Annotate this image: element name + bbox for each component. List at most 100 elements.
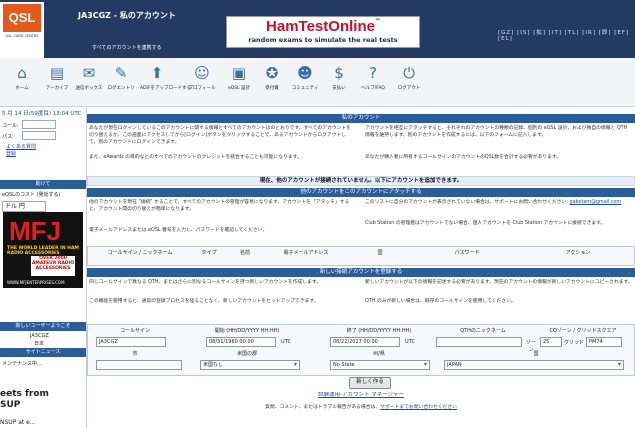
country-select[interactable]: JAPAN — [444, 360, 624, 370]
nav-item-help[interactable]: ? ヘルプ/FAQ — [356, 60, 390, 91]
main-content: 私のアカウント あなたが現在ログインしているこのアカウントに関する情報とすべての… — [87, 114, 635, 428]
faq-link[interactable]: よくある質問 — [6, 143, 36, 150]
language-links[interactable]: [GZ] [IS] [拡] [IT] [TL] [IR] [即] [EF] [E… — [498, 28, 635, 42]
nav-item-label: ADIFをアップロードする — [140, 86, 191, 91]
qth-nickname-input[interactable] — [436, 337, 522, 347]
new-user-callsign: JA3CGZ — [30, 333, 49, 339]
nav-item-profile[interactable]: ☺ プロフィール — [185, 60, 219, 91]
tweets-heading: eets from — [0, 389, 49, 399]
attach-text-right: このリストに自分のアカウントが表示されていない場合は、サポートにお問い合わせくだ… — [365, 200, 622, 205]
new-text-left: 同じコールサインで異なる QTH、またはさらに別なるコールサインを持つ新しいアカ… — [89, 280, 322, 285]
new-text-right: 新しいアカウントが以下の情報を記述する必要があります。現在のアカウントの情報が新… — [365, 280, 633, 285]
nav-item-award[interactable]: ✪ 受付賞 — [255, 60, 289, 91]
form-col-city: 市 — [132, 351, 138, 357]
nav-item-label: ヘルプ/FAQ — [361, 86, 385, 91]
support-footer: 質問、コメント、またはトラブル報告がある場合は、サポートまでお問い合わせください — [265, 405, 457, 410]
nav-item-label: 支払い — [332, 86, 346, 91]
logo-subtext: QSL CARD CENTRE — [5, 34, 39, 38]
nav-item-label: 受付賞 — [265, 86, 279, 91]
mfj-tagline: THE WORLD LEADER IN HAM RADIO ACCESSORIE… — [7, 246, 79, 256]
login-callsign-input[interactable] — [22, 120, 56, 129]
form-col-zone-grid: CQゾーン / グリッドスクエア — [549, 328, 617, 334]
community-icon: ☻ — [297, 64, 313, 82]
nav-item-logout[interactable]: ⏻ ログアウト — [392, 60, 426, 91]
nav-item-logbook[interactable]: ✎ ログエントリ — [104, 60, 138, 91]
award-icon: ✪ — [265, 64, 279, 82]
register-link[interactable]: 登録 — [6, 150, 16, 157]
top-header: QSL QSL CARD CENTRE JA3CGZ - 私のアカウント すべて… — [0, 0, 635, 58]
qsl-logo[interactable]: QSL QSL CARD CENTRE — [0, 2, 44, 58]
form-col-state: 州/県 — [373, 351, 385, 357]
account-subtitle: すべてのアカウントを連携する — [92, 45, 162, 51]
nav-item-label: eQSL 設計 — [227, 86, 251, 91]
county-select[interactable]: 米国なし — [200, 360, 300, 370]
city-input[interactable] — [96, 360, 182, 370]
nav-item-label: プロフィール — [188, 86, 216, 91]
nav-item-community[interactable]: ☻ コミュニティ — [288, 60, 322, 91]
col-type: タイプ — [201, 250, 217, 256]
hamtestonline-ad[interactable]: HamTestOnline™ random exams to simulate … — [226, 16, 420, 48]
mfj-ad[interactable]: MFJ THE WORLD LEADER IN HAM RADIO ACCESS… — [3, 212, 83, 288]
ad-tagline: random exams to simulate the real tests — [248, 36, 398, 44]
profile-icon: ☺ — [194, 64, 210, 82]
site-news-text: メンテナンス中... — [2, 361, 42, 367]
logout-icon: ⏻ — [403, 64, 415, 82]
mfj-url: WWW.MFJENTERPRISES.COM — [7, 280, 65, 285]
nav-item-outbox[interactable]: ✉ 送信ボックス — [72, 60, 106, 91]
start-date-input[interactable]: 08/31/1960 00:00 — [206, 337, 276, 347]
col-action: アクション — [565, 250, 591, 256]
ad-title: HamTestOnline™ — [266, 18, 380, 35]
tweet-entry[interactable]: NSUP at e... — [0, 419, 36, 426]
col-email: 電子メールアドレス — [283, 250, 329, 256]
nav-item-upload[interactable]: ⬆ ADIFをアップロードする — [140, 60, 191, 91]
mfj-accessories: OVER 2000 AMATEUR RADIO ACCESSORIES — [31, 256, 75, 276]
account-credit-text: また、eAwards の目的などのすべてのアカウントのクレジットを統合することも… — [89, 155, 302, 160]
eqsl-design-icon: ▣ — [231, 64, 247, 82]
cq-zone-input[interactable]: 25 — [540, 337, 562, 347]
nav-item-label: コミュニティ — [291, 86, 319, 91]
upload-icon: ⬆ — [150, 64, 164, 82]
nav-item-payment[interactable]: $ 支払い — [322, 60, 356, 91]
utc-date: 5 月 14 日(59度目) 13:04 UTC — [2, 111, 82, 117]
grid-square-input[interactable]: PM74 — [586, 337, 622, 347]
callsign-label: コール: — [2, 123, 19, 129]
tweets-account: SUP — [0, 400, 21, 410]
form-col-country: 国 — [533, 351, 539, 357]
left-sidebar: 5 月 14 日(59度目) 13:04 UTC コール: パス: よくある質問… — [0, 107, 87, 428]
new-text-right-2: QTH のみが新しい場合は、既存のコールサインを使用してください。 — [365, 299, 516, 304]
attach-text-left-2: 電子メールアドレスまたは eQSL 番号を入力し、パスワードを確認してください。 — [89, 228, 268, 233]
create-new-button[interactable]: 新しく作る — [349, 377, 391, 389]
new-text-left-2: この機能を使用すると、通常の登録プロセスを経ることなく、新しいアカウントをセット… — [89, 299, 319, 304]
no-accounts-notice: 現在、他のアカウントが接続されていません。以下にアカウントを追加できます。 — [87, 176, 635, 186]
state-select[interactable]: No State — [330, 360, 430, 370]
account-title: JA3CGZ - 私のアカウント — [78, 11, 176, 20]
nav-item-home[interactable]: ⌂ ホーム — [5, 60, 39, 91]
col-name: 名前 — [239, 250, 250, 256]
attach-text-left: 他のアカウントを現在 "接続" することで、すべてのアカウントの管理が容易になり… — [89, 200, 350, 212]
form-col-start: 開始 (HH/DD/YYYY HH:HH) — [214, 328, 280, 334]
mfj-logo: MFJ — [9, 216, 61, 246]
end-date-input[interactable]: 08/22/2027 00:00 — [330, 337, 400, 347]
new-callsign-input[interactable]: JA3CGZ — [96, 337, 166, 347]
support-email-link[interactable]: gabotarn@gmail.com — [569, 200, 621, 205]
nav-item-eqsl-design[interactable]: ▣ eQSL 設計 — [222, 60, 256, 91]
password-label: パス: — [2, 134, 14, 140]
register-new-bar: 新しい接続アカウントを登録する — [87, 268, 635, 277]
home-icon: ⌂ — [17, 64, 27, 82]
support-link[interactable]: サポートまでお問い合わせください — [380, 405, 457, 410]
account-manager-link[interactable]: 試験運用-アカウント マネージャー — [87, 392, 635, 399]
nav-item-archive[interactable]: ▤ アーカイブ — [40, 60, 74, 91]
club-info-text: あなたが購入者に所有するコールサインのアカウントのQSL数を合計する必要がありま… — [365, 155, 562, 160]
main-nav: ⌂ ホーム ▤ アーカイブ ✉ 送信ボックス ✎ ログエントリ ⬆ ADIFをアップロードする ☺ プ… — [0, 58, 635, 107]
form-col-callsign: コールサイン — [119, 328, 150, 334]
nav-item-label: ログアウト — [397, 86, 421, 91]
outbox-icon: ✉ — [82, 64, 96, 82]
donate-select[interactable]: ドル 円 — [2, 201, 46, 212]
cost-text: eQSLのコスト (発効する) — [2, 192, 61, 198]
login-password-input[interactable] — [22, 131, 56, 140]
logbook-icon: ✎ — [114, 64, 128, 82]
attach-info-text: アカウントを相互にアタッチすると、それぞれのアカウントの種類の記録、個別の eQ… — [365, 126, 628, 138]
archive-icon: ▤ — [49, 64, 65, 82]
logo-text: QSL — [3, 4, 41, 32]
attach-text-right-2: Club Station の管理者はアカウントでない場合、個人アカウントを Cl… — [365, 221, 606, 226]
